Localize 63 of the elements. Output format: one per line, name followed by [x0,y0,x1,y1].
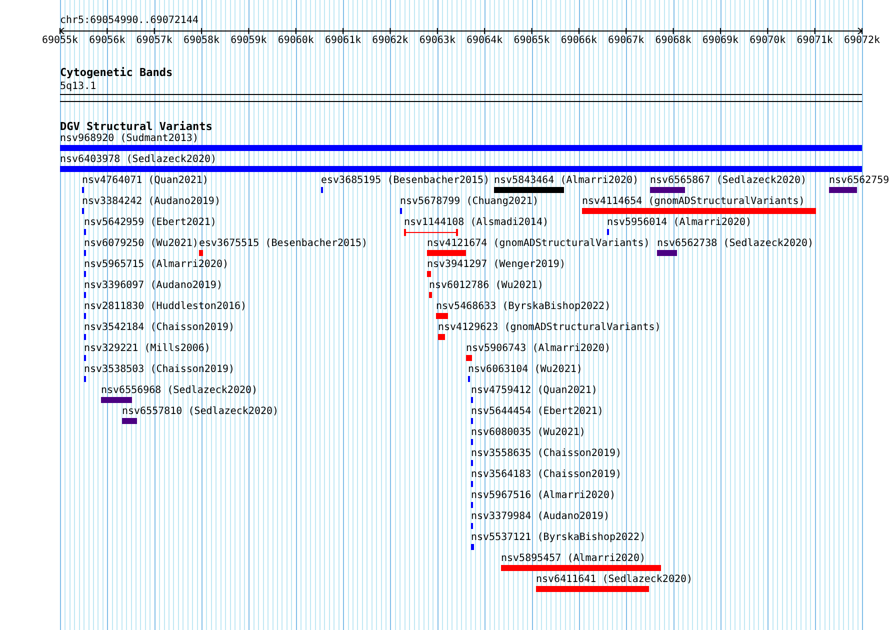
variant-label: esv3675515 (Besenbacher2015) [199,238,368,249]
ruler-tick-label: 69069k [702,35,739,46]
ruler-tick-label: 69066k [560,35,597,46]
variant-label: nsv3538503 (Chaisson2019) [84,364,235,375]
band-label: 5q13.1 [60,81,96,92]
variant-label: nsv6063104 (Wu2021) [468,364,582,375]
ruler-tick-label: 69068k [655,35,692,46]
variant-label: nsv6012786 (Wu2021) [429,280,544,291]
variant-label: nsv5644454 (Ebert2021) [471,406,604,417]
ruler-tick-label: 69055k [42,35,78,46]
variant-label: nsv4121674 (gnomADStructuralVariants) [427,238,650,249]
variant-label: nsv3542184 (Chaisson2019) [84,322,235,333]
variant-label: nsv1144108 (Alsmadi2014) [404,217,548,228]
variant-label: nsv6079250 (Wu2021) [84,238,198,249]
ruler-tick-label: 69072k [844,35,880,46]
variant-label: nsv3558635 (Chaisson2019) [471,448,622,459]
variant-label: nsv6562738 (Sedlazeck2020) [657,238,814,249]
ruler-tick-label: 69060k [278,35,314,46]
ruler-tick-label: 69064k [466,35,503,46]
variant-label: nsv4114654 (gnomADStructuralVariants) [582,196,805,207]
variant-label: nsv3379984 (Audano2019) [471,511,610,522]
location-label: chr5:69054990..69072144 [60,15,198,26]
ruler-tick-label: 69061k [324,35,362,46]
ruler-tick-label: 69067k [608,35,644,46]
variant-label: nsv5678799 (Chuang2021) [400,196,538,207]
variant-label: nsv5967516 (Almarri2020) [471,490,616,501]
variant-label: nsv5956014 (Almarri2020) [607,217,752,228]
track-title: Cytogenetic Bands [60,67,173,79]
ruler-tick-label: 69057k [136,35,172,46]
variant-label: esv3685195 (Besenbacher2015) [321,175,490,186]
variant-label: nsv6411641 (Sedlazeck2020) [536,574,693,585]
variant-label: nsv3941297 (Wenger2019) [427,259,566,270]
variant-label: nsv4759412 (Quan2021) [471,385,598,396]
variant-label: nsv2811830 (Huddleston2016) [84,301,247,312]
variant-label: nsv5537121 (ByrskaBishop2022) [471,532,646,543]
ruler-tick-label: 69058k [183,35,220,46]
ruler-tick-label: 69059k [230,35,267,46]
variant-label: nsv3564183 (Chaisson2019) [471,469,622,480]
variant-label: nsv5895457 (Almarri2020) [501,553,646,564]
ruler-tick-label: 69056k [89,35,126,46]
variant-label: nsv3384242 (Audano2019) [82,196,220,207]
ruler-tick-label: 69063k [419,35,456,46]
variant-label: nsv5468633 (ByrskaBishop2022) [436,301,611,312]
ruler-tick-label: 69065k [514,35,550,46]
variant-label: nsv4129623 (gnomADStructuralVariants) [438,322,661,333]
variant-label: nsv6565867 (Sedlazeck2020) [650,175,807,186]
variant-label: nsv968920 (Sudmant2013) [60,133,198,144]
variant-label: nsv6562759 [829,175,890,186]
variant-label: nsv5965715 (Almarri2020) [84,259,228,270]
variant-label: nsv6556968 (Sedlazeck2020) [101,385,258,396]
variant-label: nsv5843464 (Almarri2020) [494,175,638,186]
variant-label: nsv3396097 (Audano2019) [84,280,222,291]
variant-label: nsv5642959 (Ebert2021) [84,217,216,228]
track-title: DGV Structural Variants [60,121,212,133]
variant-label: nsv5906743 (Almarri2020) [466,343,610,354]
variant-label: nsv6403978 (Sedlazeck2020) [60,154,217,165]
variant-label: nsv6080035 (Wu2021) [471,427,586,438]
variant-label: nsv4764071 (Quan2021) [82,175,208,186]
ruler-tick-label: 69062k [372,35,408,46]
ruler-tick-label: 69071k [796,35,833,46]
variant-label: nsv6557810 (Sedlazeck2020) [122,406,279,417]
variant-label: nsv329221 (Mills2006) [84,343,210,354]
ruler-tick-label: 69070k [750,35,786,46]
